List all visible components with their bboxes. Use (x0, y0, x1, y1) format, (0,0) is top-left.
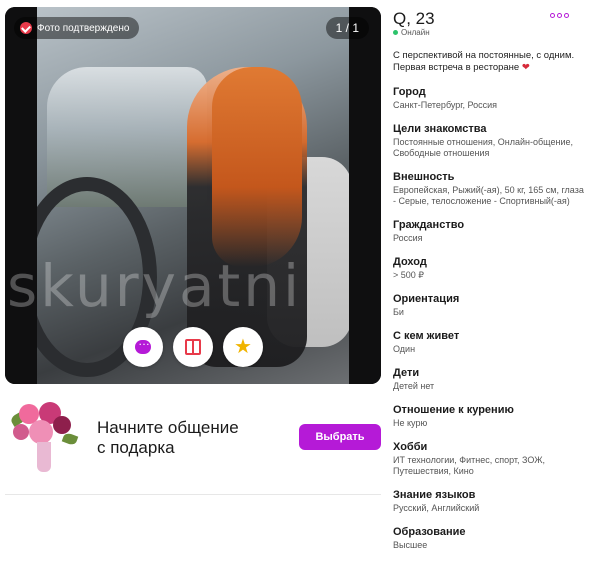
photo-actions: ★ (123, 327, 263, 367)
field-title: С кем живет (393, 330, 460, 342)
more-options-button[interactable] (550, 13, 569, 18)
online-label: Онлайн (401, 28, 430, 37)
field-value: ИТ технологии, Фитнес, спорт, ЗОЖ, Путеш… (393, 455, 545, 476)
profile-photo[interactable]: skuryatni Фото подтверждено 1 / 1 ★ (5, 7, 381, 384)
person-hair (212, 67, 302, 267)
field-lives-with: С кем живет Один (393, 330, 593, 355)
field-languages: Знание языков Русский, Английский (393, 489, 593, 514)
gift-icon (185, 339, 201, 355)
verified-badge: Фото подтверждено (14, 17, 140, 39)
field-title: Дети (393, 367, 420, 379)
online-dot-icon (393, 30, 398, 35)
field-value: > 500 ₽ (393, 270, 424, 280)
more-dot-icon (550, 13, 555, 18)
heart-icon: ❤ (521, 62, 530, 73)
field-citizenship: Гражданство Россия (393, 219, 593, 244)
verified-label: Фото подтверждено (37, 22, 130, 34)
field-value: Санкт-Петербург, Россия (393, 100, 498, 110)
field-title: Знание языков (393, 489, 476, 501)
field-value: Один (393, 344, 416, 354)
choose-gift-button[interactable]: Выбрать (299, 424, 381, 450)
gift-button[interactable] (173, 327, 213, 367)
photo-letterbox-right (349, 7, 381, 384)
profile-bio: С перспективой на постоянные, с одним. П… (393, 50, 588, 74)
favorite-button[interactable]: ★ (223, 327, 263, 367)
photo-letterbox-left (5, 7, 37, 384)
field-orientation: Ориентация Би (393, 293, 593, 318)
field-value: Постоянные отношения, Онлайн-общение, Св… (393, 137, 573, 158)
field-value: Россия (393, 233, 423, 243)
field-title: Внешность (393, 171, 455, 183)
gift-promo-line2: с подарка (97, 438, 175, 457)
field-title: Ориентация (393, 293, 460, 305)
gift-promo-text: Начните общение с подарка (97, 418, 239, 458)
bio-text: С перспективой на постоянные, с одним. П… (393, 50, 575, 73)
field-value: Би (393, 307, 404, 317)
field-title: Хобби (393, 441, 428, 453)
field-appearance: Внешность Европейская, Рыжий(-ая), 50 кг… (393, 171, 593, 207)
gift-promo: Начните общение с подарка Выбрать (5, 392, 381, 495)
profile-name: Q, 23 (393, 9, 435, 28)
field-value: Европейская, Рыжий(-ая), 50 кг, 165 см, … (393, 185, 584, 206)
field-children: Дети Детей нет (393, 367, 593, 392)
more-dot-icon (557, 13, 562, 18)
field-value: Русский, Английский (393, 503, 480, 513)
bouquet-image (9, 398, 79, 476)
star-icon: ★ (234, 336, 252, 358)
chat-button[interactable] (123, 327, 163, 367)
field-hobbies: Хобби ИТ технологии, Фитнес, спорт, ЗОЖ,… (393, 441, 593, 477)
field-education: Образование Высшее (393, 526, 593, 551)
field-city: Город Санкт-Петербург, Россия (393, 86, 593, 111)
field-title: Цели знакомства (393, 123, 487, 135)
field-title: Город (393, 86, 426, 98)
gift-promo-line1: Начните общение (97, 418, 239, 437)
online-status: Онлайн (393, 28, 593, 37)
field-value: Не курю (393, 418, 428, 428)
field-title: Отношение к курению (393, 404, 514, 416)
field-value: Высшее (393, 540, 428, 550)
field-title: Гражданство (393, 219, 465, 231)
field-smoking: Отношение к курению Не курю (393, 404, 593, 429)
photo-counter: 1 / 1 (325, 17, 369, 39)
field-goals: Цели знакомства Постоянные отношения, Он… (393, 123, 593, 159)
watermark: skuryatni (7, 252, 303, 320)
field-value: Детей нет (393, 381, 435, 391)
profile-info: Q, 23 Онлайн С перспективой на постоянны… (393, 8, 593, 551)
more-dot-icon (564, 13, 569, 18)
field-title: Доход (393, 256, 427, 268)
chat-icon (135, 334, 151, 354)
field-title: Образование (393, 526, 466, 538)
field-income: Доход > 500 ₽ (393, 256, 593, 281)
check-icon (20, 22, 32, 34)
